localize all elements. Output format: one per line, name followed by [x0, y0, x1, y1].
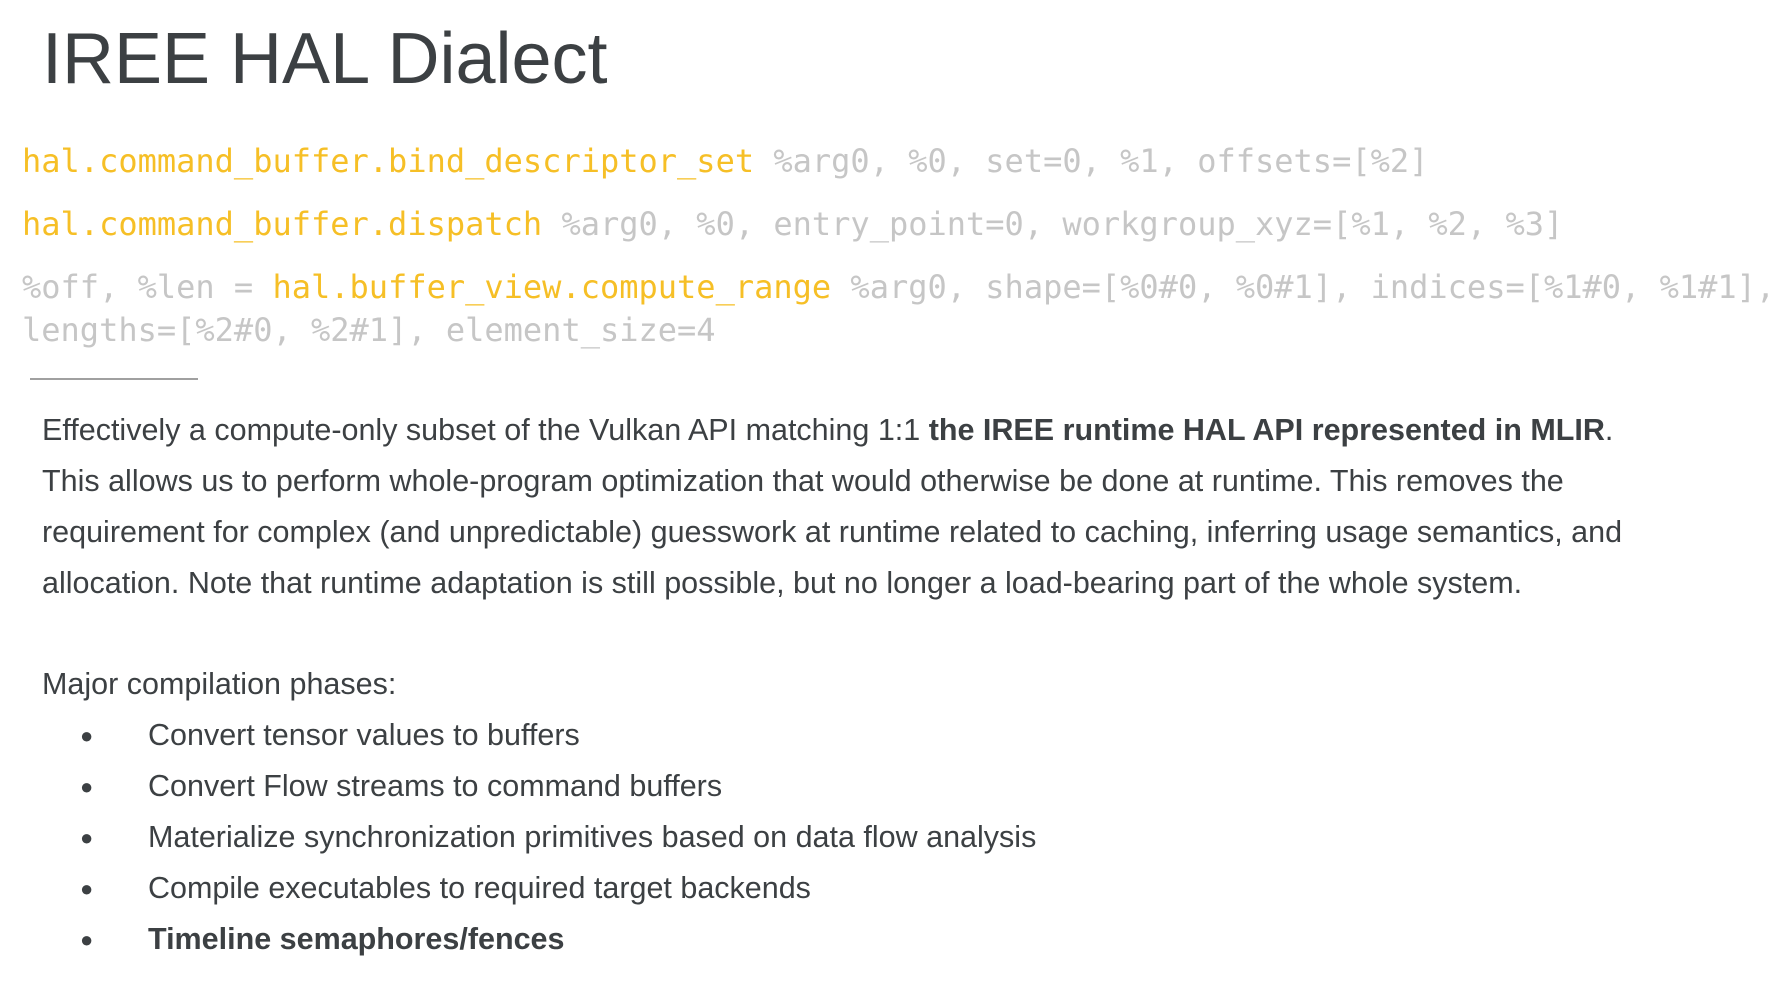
code-args: %arg0, %0, entry_point=0, workgroup_xyz=… [542, 205, 1564, 243]
description-text: Effectively a compute-only subset of the… [42, 413, 929, 447]
description-line: allocation. Note that runtime adaptation… [42, 566, 1523, 600]
bullet-icon: ● [80, 876, 94, 901]
code-line-compute-range: %off, %len = hal.buffer_view.compute_ran… [22, 266, 1775, 308]
bullet-icon: ● [80, 723, 94, 748]
code-line-dispatch: hal.command_buffer.dispatch %arg0, %0, e… [22, 203, 1563, 245]
list-item-text: Convert Flow streams to command buffers [148, 769, 723, 803]
bullet-icon: ● [80, 774, 94, 799]
code-op: hal.command_buffer.bind_descriptor_set [22, 142, 755, 180]
description-line: This allows us to perform whole-program … [42, 464, 1564, 498]
code-op: hal.command_buffer.dispatch [22, 205, 543, 243]
slide-title: IREE HAL Dialect [42, 19, 608, 99]
code-op: hal.buffer_view.compute_range [272, 268, 832, 306]
list-item-text: Compile executables to required target b… [148, 871, 811, 905]
code-prefix: %off, %len = [22, 268, 273, 306]
description-bold-text: the IREE runtime HAL API represented in … [928, 413, 1605, 447]
code-args: %arg0, shape=[%0#0, %0#1], indices=[%1#0… [831, 268, 1776, 306]
description-line: requirement for complex (and unpredictab… [42, 515, 1623, 549]
phases-heading: Major compilation phases: [42, 667, 397, 701]
description-paragraph: Effectively a compute-only subset of the… [42, 405, 1742, 609]
code-args: %arg0, %0, set=0, %1, offsets=[%2] [754, 142, 1429, 180]
list-item-text: Materialize synchronization primitives b… [148, 820, 1037, 854]
code-line-compute-range-continued: lengths=[%2#0, %2#1], element_size=4 [22, 309, 716, 351]
divider-rule [30, 378, 198, 380]
description-line: Effectively a compute-only subset of the… [42, 405, 1742, 456]
bullet-icon: ● [80, 825, 94, 850]
code-line-bind-descriptor-set: hal.command_buffer.bind_descriptor_set %… [22, 140, 1428, 182]
bullet-icon: ● [80, 927, 94, 952]
slide: IREE HAL Dialect hal.command_buffer.bind… [0, 0, 1782, 994]
list-item-text: Timeline semaphores/fences [148, 922, 565, 956]
list-item-text: Convert tensor values to buffers [148, 718, 580, 752]
code-args: lengths=[%2#0, %2#1], element_size=4 [22, 311, 716, 349]
description-text: . [1604, 413, 1614, 447]
